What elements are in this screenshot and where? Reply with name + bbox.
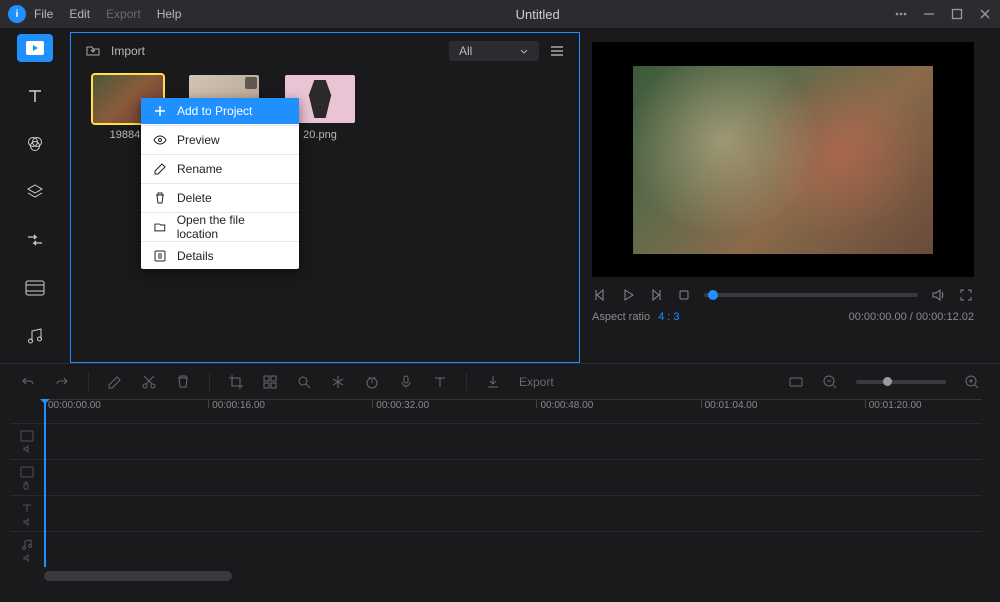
- zoom-in-button[interactable]: [964, 374, 980, 390]
- zoom-handle[interactable]: [883, 377, 892, 386]
- ruler-tick: 00:01:04.00: [701, 400, 758, 408]
- filter-dropdown[interactable]: All: [449, 41, 539, 61]
- timeline-tracks: [10, 423, 982, 567]
- window-title: Untitled: [181, 7, 894, 22]
- speed-button[interactable]: [364, 374, 380, 390]
- tool-sidebar: [0, 28, 70, 363]
- fullscreen-icon[interactable]: [958, 287, 974, 303]
- divider: [141, 183, 299, 184]
- minimize-icon[interactable]: [922, 7, 936, 21]
- undo-button[interactable]: [20, 374, 36, 390]
- preview-panel: Aspect ratio4 : 3 00:00:00.00 / 00:00:12…: [580, 28, 1000, 363]
- freeze-button[interactable]: [330, 374, 346, 390]
- play-button[interactable]: [620, 287, 636, 303]
- aspect-ratio: Aspect ratio4 : 3: [592, 311, 680, 323]
- text-button[interactable]: [432, 374, 448, 390]
- crop-button[interactable]: [228, 374, 244, 390]
- tab-filter[interactable]: [17, 130, 53, 158]
- more-icon[interactable]: [894, 7, 908, 21]
- ctx-delete[interactable]: Delete: [141, 185, 299, 211]
- divider: [141, 125, 299, 126]
- stop-button[interactable]: [676, 287, 692, 303]
- ctx-label: Preview: [177, 133, 220, 147]
- menu-help[interactable]: Help: [157, 7, 182, 21]
- tab-media[interactable]: [17, 34, 53, 62]
- export-icon[interactable]: [485, 374, 501, 390]
- delete-button[interactable]: [175, 374, 191, 390]
- zoom-button[interactable]: [296, 374, 312, 390]
- track-text[interactable]: [10, 495, 982, 531]
- import-icon[interactable]: [85, 44, 101, 58]
- timeline-toolbar: Export: [0, 363, 1000, 399]
- ctx-open-location[interactable]: Open the file location: [141, 214, 299, 240]
- next-frame-button[interactable]: [648, 287, 664, 303]
- horizontal-scrollbar[interactable]: [44, 571, 982, 581]
- ruler-tick: 00:00:16.00: [208, 400, 265, 408]
- divider: [141, 241, 299, 242]
- ctx-label: Add to Project: [177, 104, 252, 118]
- titlebar: i File Edit Export Help Untitled: [0, 0, 1000, 28]
- timeline: Export 00:00:00.00 00:00:16.00 00:00:32.…: [0, 363, 1000, 581]
- redo-button[interactable]: [54, 374, 70, 390]
- zoom-out-button[interactable]: [822, 374, 838, 390]
- ctx-rename[interactable]: Rename: [141, 156, 299, 182]
- video-frame: [633, 66, 933, 254]
- ruler-tick: 00:00:48.00: [536, 400, 593, 408]
- divider: [141, 154, 299, 155]
- tab-element[interactable]: [17, 274, 53, 302]
- app-logo: i: [8, 5, 26, 23]
- ctx-label: Rename: [177, 162, 222, 176]
- ctx-label: Open the file location: [177, 213, 287, 241]
- maximize-icon[interactable]: [950, 7, 964, 21]
- ruler-tick: 00:00:32.00: [372, 400, 429, 408]
- menu-bar: File Edit Export Help: [34, 7, 181, 21]
- scrollbar-thumb[interactable]: [44, 571, 232, 581]
- timeline-ruler[interactable]: 00:00:00.00 00:00:16.00 00:00:32.00 00:0…: [44, 399, 982, 423]
- fit-button[interactable]: [788, 374, 804, 390]
- close-icon[interactable]: [978, 7, 992, 21]
- playhead[interactable]: [44, 399, 46, 567]
- ctx-label: Delete: [177, 191, 212, 205]
- ruler-tick: 00:00:00.00: [44, 400, 101, 408]
- volume-icon[interactable]: [930, 287, 946, 303]
- viewport[interactable]: [592, 42, 974, 277]
- menu-file[interactable]: File: [34, 7, 53, 21]
- menu-edit[interactable]: Edit: [69, 7, 90, 21]
- tab-text[interactable]: [17, 82, 53, 110]
- timecode: 00:00:00.00 / 00:00:12.02: [849, 311, 974, 323]
- ctx-preview[interactable]: Preview: [141, 127, 299, 153]
- zoom-slider[interactable]: [856, 380, 946, 384]
- chevron-down-icon: [519, 46, 529, 56]
- ctx-label: Details: [177, 249, 214, 263]
- context-menu: Add to Project Preview Rename Delete Ope…: [141, 98, 299, 269]
- menu-export: Export: [106, 7, 141, 21]
- ctx-details[interactable]: Details: [141, 243, 299, 269]
- tab-music[interactable]: [17, 322, 53, 350]
- tab-overlay[interactable]: [17, 178, 53, 206]
- seek-handle[interactable]: [708, 290, 718, 300]
- tab-transition[interactable]: [17, 226, 53, 254]
- edit-button[interactable]: [107, 374, 123, 390]
- prev-frame-button[interactable]: [592, 287, 608, 303]
- track-video[interactable]: [10, 423, 982, 459]
- seek-bar[interactable]: [704, 293, 918, 297]
- mosaic-button[interactable]: [262, 374, 278, 390]
- track-audio[interactable]: [10, 531, 982, 567]
- ctx-add-to-project[interactable]: Add to Project: [141, 98, 299, 124]
- import-button[interactable]: Import: [111, 44, 145, 58]
- voice-button[interactable]: [398, 374, 414, 390]
- track-overlay[interactable]: [10, 459, 982, 495]
- filter-value: All: [459, 44, 472, 58]
- music-badge-icon: [245, 77, 257, 89]
- export-button[interactable]: Export: [519, 375, 554, 389]
- cut-button[interactable]: [141, 374, 157, 390]
- ruler-tick: 00:01:20.00: [865, 400, 922, 408]
- list-view-icon[interactable]: [549, 44, 565, 58]
